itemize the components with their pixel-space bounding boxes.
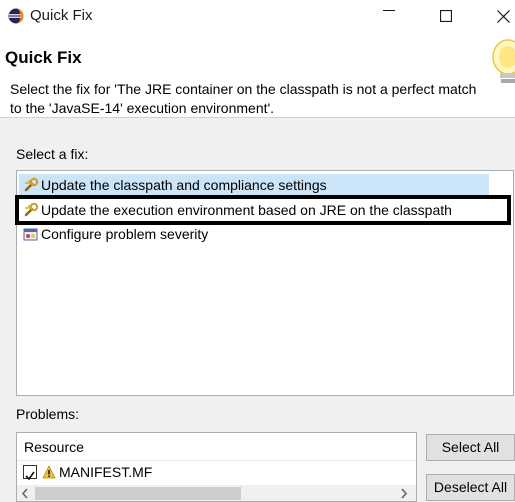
close-button[interactable] [480,0,515,33]
maximize-icon [440,10,452,22]
title-bar: Quick Fix [0,0,515,33]
fix-item-label: Update the classpath and compliance sett… [41,177,327,193]
select-all-button[interactable]: Select All [426,434,515,461]
deselect-all-button[interactable]: Deselect All [426,474,515,501]
dialog-description: Select the fix for 'The JRE container on… [10,81,477,116]
maximize-button[interactable] [423,0,469,33]
wrench-change-icon [23,202,39,218]
scrollbar-thumb[interactable] [35,487,241,500]
select-fix-label: Select a fix: [16,146,89,162]
problems-label: Problems: [16,406,80,422]
lightbulb-icon [492,39,515,83]
row-checkbox[interactable] [23,465,37,481]
wrench-change-icon [23,177,39,193]
scroll-right-icon[interactable] [400,488,408,499]
fix-item-update-classpath[interactable]: Update the classpath and compliance sett… [19,174,489,196]
fix-item-update-execution-environment[interactable]: Update the execution environment based o… [15,195,511,225]
severity-config-icon [23,226,39,242]
column-header-resource[interactable]: Resource [17,433,416,461]
eclipse-app-icon [8,8,24,24]
fix-item-configure-severity[interactable]: Configure problem severity [19,223,489,245]
fix-item-label: Configure problem severity [41,226,209,242]
dialog-header: Quick Fix Select the fix for 'The JRE co… [0,33,515,118]
problems-table[interactable]: Resource MANIFEST.MF [16,432,417,502]
close-icon [497,10,510,23]
horizontal-scrollbar[interactable] [17,485,416,501]
dialog-title: Quick Fix [5,48,82,67]
fix-item-label: Update the execution environment based o… [41,202,452,218]
scroll-left-icon[interactable] [21,488,29,499]
window-title: Quick Fix [30,7,93,24]
warning-icon [42,465,56,479]
resource-name: MANIFEST.MF [59,464,153,480]
table-row[interactable]: MANIFEST.MF [17,461,416,483]
minimize-icon [383,10,395,11]
fix-list[interactable]: Update the classpath and compliance sett… [15,170,514,396]
minimize-button[interactable] [366,0,412,33]
checkmark-icon [25,471,35,481]
